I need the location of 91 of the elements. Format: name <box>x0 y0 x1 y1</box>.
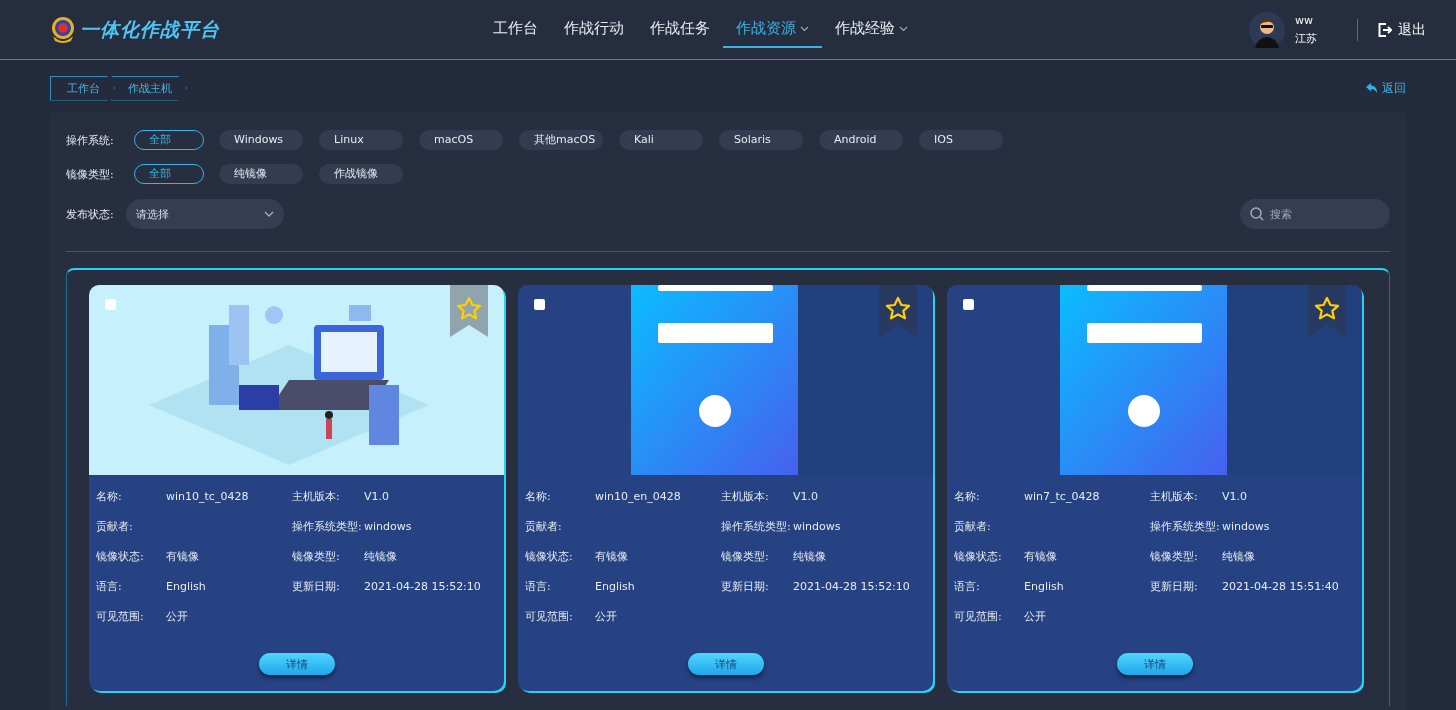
field-value: 有镜像 <box>166 548 199 564</box>
field-label: 主机版本: <box>721 488 770 504</box>
search-icon <box>1250 207 1264 221</box>
field-value: V1.0 <box>793 489 819 503</box>
filter-chip[interactable]: IOS <box>919 130 1003 150</box>
back-link[interactable]: 返回 <box>1366 79 1406 97</box>
field-label: 名称: <box>525 488 552 504</box>
field-value: English <box>595 579 635 593</box>
filter-label: 发布状态: <box>66 206 115 222</box>
search-field[interactable]: 搜索 <box>1240 199 1390 229</box>
field-value: 公开 <box>1024 608 1046 624</box>
details-button[interactable]: 详情 <box>258 653 335 675</box>
filter-chip[interactable]: 作战镜像 <box>319 164 403 184</box>
field-label: 可见范围: <box>954 608 1003 624</box>
user-region: 江苏 <box>1295 30 1317 46</box>
field-value: English <box>1024 579 1064 593</box>
filter-chip[interactable]: 纯镜像 <box>219 164 303 184</box>
nav-tab[interactable]: 工作台 <box>480 11 551 48</box>
field-label: 名称: <box>96 488 123 504</box>
field-label: 名称: <box>954 488 981 504</box>
field-value: win10_tc_0428 <box>166 489 249 503</box>
details-button[interactable]: 详情 <box>687 653 764 675</box>
field-value: windows <box>364 519 412 533</box>
field-label: 更新日期: <box>292 578 341 594</box>
field-value: win10_en_0428 <box>595 489 681 503</box>
field-label: 操作系统类型: <box>721 518 791 534</box>
field-label: 更新日期: <box>721 578 770 594</box>
nav-tab[interactable]: 作战行动 <box>551 11 637 48</box>
field-value: English <box>166 579 206 593</box>
field-label: 镜像类型: <box>1150 548 1199 564</box>
bookmark-star-icon <box>1308 285 1346 337</box>
app-title: 一体化作战平台 <box>80 16 220 42</box>
filter-label: 镜像类型: <box>66 166 115 182</box>
field-label: 镜像状态: <box>96 548 145 564</box>
field-label: 主机版本: <box>1150 488 1199 504</box>
field-value: windows <box>793 519 841 533</box>
field-label: 镜像类型: <box>721 548 770 564</box>
checkbox[interactable] <box>105 299 116 310</box>
field-label: 镜像状态: <box>954 548 1003 564</box>
nav-tab[interactable]: 作战经验 <box>822 11 921 48</box>
field-label: 可见范围: <box>525 608 574 624</box>
field-value: 纯镜像 <box>1222 548 1255 564</box>
details-button[interactable]: 详情 <box>1116 653 1193 675</box>
field-label: 语言: <box>525 578 552 594</box>
field-value: 有镜像 <box>1024 548 1057 564</box>
field-label: 语言: <box>96 578 123 594</box>
logout-icon <box>1378 22 1392 37</box>
field-value: 有镜像 <box>595 548 628 564</box>
status-dropdown[interactable]: 请选择 <box>126 199 284 229</box>
filter-chip[interactable]: Linux <box>319 130 403 150</box>
nav-tab[interactable]: 作战资源 <box>723 11 822 48</box>
checkbox[interactable] <box>534 299 545 310</box>
filter-chip[interactable]: Android <box>819 130 903 150</box>
field-value: 纯镜像 <box>364 548 397 564</box>
field-value: win7_tc_0428 <box>1024 489 1100 503</box>
field-label: 操作系统类型: <box>292 518 362 534</box>
field-value: 纯镜像 <box>793 548 826 564</box>
field-label: 可见范围: <box>96 608 145 624</box>
field-value: 2021-04-28 15:52:10 <box>793 579 910 593</box>
field-label: 主机版本: <box>292 488 341 504</box>
emblem-icon <box>50 15 76 44</box>
nav-tab[interactable]: 作战任务 <box>637 11 723 48</box>
filter-label: 操作系统: <box>66 132 115 148</box>
field-label: 贡献者: <box>525 518 563 534</box>
field-label: 贡献者: <box>954 518 992 534</box>
user-name: ww <box>1295 13 1314 27</box>
field-value: 公开 <box>595 608 617 624</box>
field-label: 镜像状态: <box>525 548 574 564</box>
bookmark-star-icon <box>450 285 488 337</box>
field-value: V1.0 <box>364 489 390 503</box>
bookmark-star-icon <box>879 285 917 337</box>
filter-chip[interactable]: macOS <box>419 130 503 150</box>
field-value: windows <box>1222 519 1270 533</box>
field-label: 贡献者: <box>96 518 134 534</box>
filter-chip[interactable]: Windows <box>219 130 303 150</box>
field-value: 2021-04-28 15:52:10 <box>364 579 481 593</box>
logout-button[interactable]: 退出 <box>1378 20 1436 39</box>
field-label: 镜像类型: <box>292 548 341 564</box>
field-value: 2021-04-28 15:51:40 <box>1222 579 1339 593</box>
field-label: 更新日期: <box>1150 578 1199 594</box>
field-value: V1.0 <box>1222 489 1248 503</box>
back-icon <box>1366 82 1378 94</box>
filter-chip[interactable]: 其他macOS <box>519 130 603 150</box>
field-value: 公开 <box>166 608 188 624</box>
filter-chip[interactable]: Kali <box>619 130 703 150</box>
field-label: 操作系统类型: <box>1150 518 1220 534</box>
field-label: 语言: <box>954 578 981 594</box>
checkbox[interactable] <box>963 299 974 310</box>
avatar-icon <box>1249 11 1285 48</box>
chevron-down-icon <box>264 211 274 217</box>
filter-chip[interactable]: Solaris <box>719 130 803 150</box>
